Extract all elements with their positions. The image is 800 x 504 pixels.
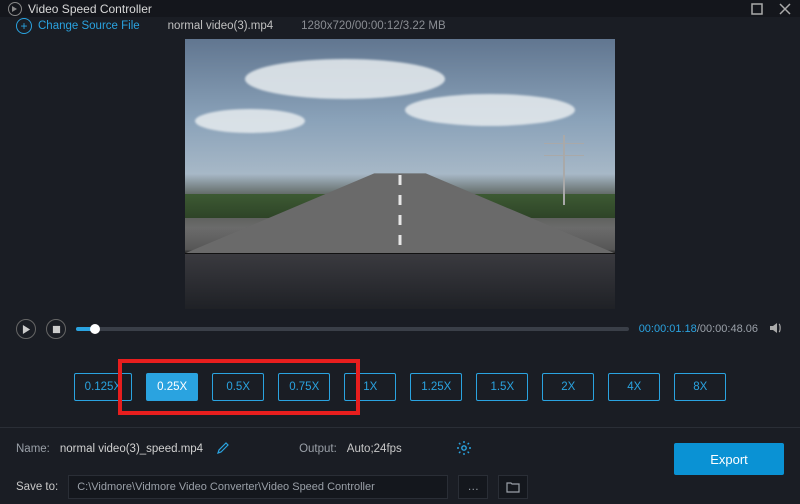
saveto-path-input[interactable]	[68, 475, 448, 499]
current-time: 00:00:01.18	[639, 323, 697, 335]
speed-option-1x[interactable]: 1X	[344, 373, 396, 401]
speed-selector: 0.125X 0.25X 0.5X 0.75X 1X 1.25X 1.5X 2X 4X 8X	[0, 345, 800, 427]
footer-saveto-row: Save to: …	[0, 470, 800, 504]
output-format[interactable]: Auto;24fps	[347, 443, 447, 455]
player-controls: 00:00:01.18/00:00:48.06	[0, 315, 800, 345]
plus-icon: +	[16, 18, 32, 34]
close-button[interactable]	[778, 2, 792, 16]
speed-option-1-5x[interactable]: 1.5X	[476, 373, 528, 401]
total-time: 00:00:48.06	[700, 323, 758, 335]
video-preview[interactable]	[185, 39, 615, 309]
saveto-label: Save to:	[16, 481, 58, 493]
maximize-button[interactable]	[750, 2, 764, 16]
time-display: 00:00:01.18/00:00:48.06	[639, 323, 758, 335]
speed-option-0-5x[interactable]: 0.5X	[212, 373, 264, 401]
speed-option-0-25x[interactable]: 0.25X	[146, 373, 198, 401]
stop-button[interactable]	[46, 319, 66, 339]
titlebar: Video Speed Controller	[0, 0, 800, 17]
edit-name-icon[interactable]	[217, 442, 229, 457]
change-source-label: Change Source File	[38, 20, 140, 32]
source-file-name: normal video(3).mp4	[168, 20, 273, 32]
speed-option-8x[interactable]: 8X	[674, 373, 726, 401]
name-label: Name:	[16, 443, 50, 455]
footer-name-row: Name: normal video(3)_speed.mp4 Output: …	[0, 428, 800, 470]
speed-option-0-125x[interactable]: 0.125X	[74, 373, 132, 401]
progress-thumb[interactable]	[90, 324, 100, 334]
speed-option-1-25x[interactable]: 1.25X	[410, 373, 462, 401]
speed-option-2x[interactable]: 2X	[542, 373, 594, 401]
export-button[interactable]: Export	[674, 443, 784, 475]
source-file-meta: 1280x720/00:00:12/3.22 MB	[301, 20, 446, 32]
output-label: Output:	[299, 443, 337, 455]
change-source-button[interactable]: + Change Source File	[16, 18, 140, 34]
gear-icon[interactable]	[457, 441, 471, 458]
volume-icon[interactable]	[768, 320, 784, 339]
open-folder-button[interactable]	[498, 475, 528, 499]
window-title: Video Speed Controller	[28, 2, 152, 16]
speed-option-4x[interactable]: 4X	[608, 373, 660, 401]
progress-bar[interactable]	[76, 327, 629, 331]
preview-area	[0, 35, 800, 315]
play-button[interactable]	[16, 319, 36, 339]
app-logo-icon	[8, 2, 22, 16]
toolbar: + Change Source File normal video(3).mp4…	[0, 17, 800, 35]
more-button[interactable]: …	[458, 475, 488, 499]
output-name: normal video(3)_speed.mp4	[60, 443, 203, 455]
speed-option-0-75x[interactable]: 0.75X	[278, 373, 330, 401]
